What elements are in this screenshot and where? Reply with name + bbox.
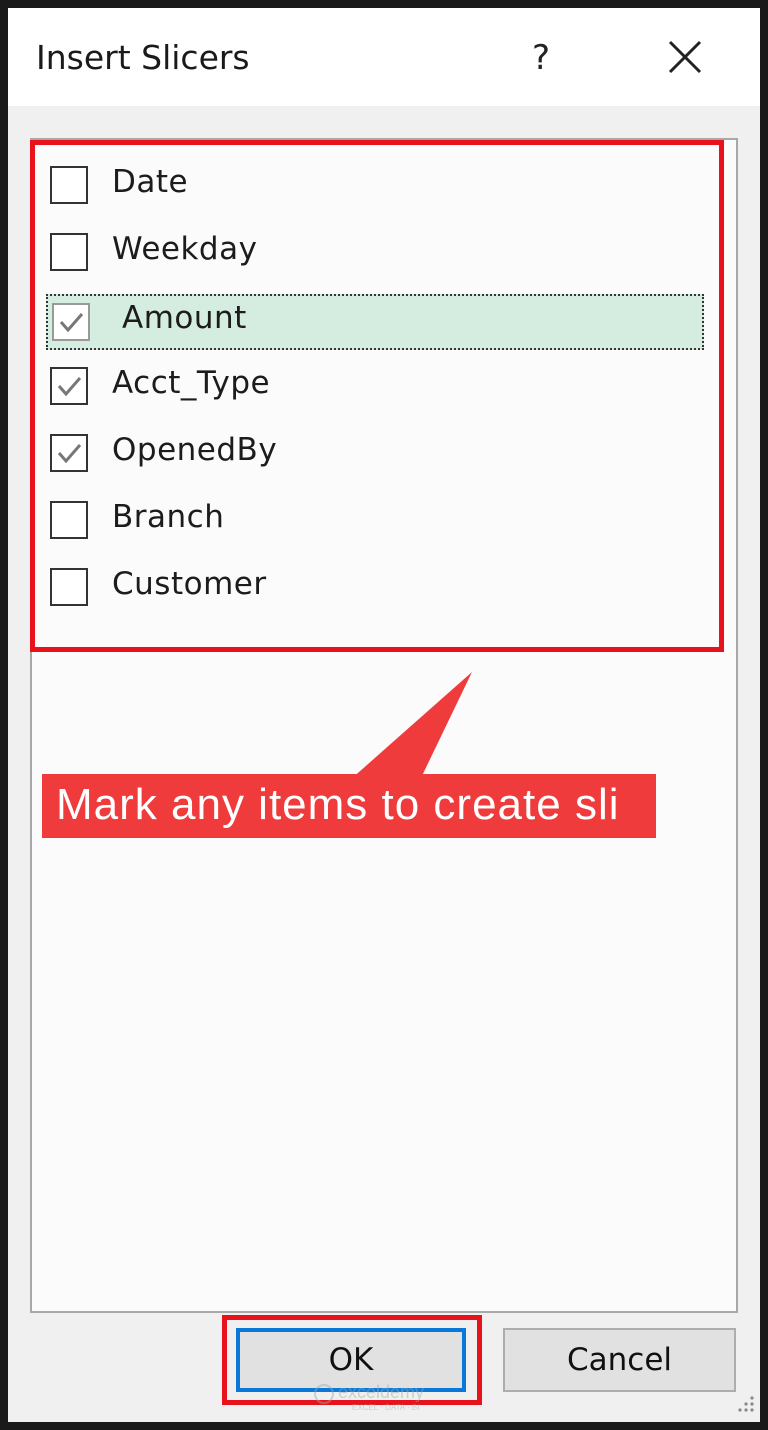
callout-pointer: [350, 672, 472, 780]
cancel-button[interactable]: Cancel: [503, 1328, 736, 1392]
annotation-callout: Mark any items to create sli: [42, 774, 656, 838]
callout-text: Mark any items to create sli: [56, 780, 620, 829]
watermark-logo: exceldemy EXCEL · DATA · BI: [314, 1382, 424, 1412]
watermark-tagline: EXCEL · DATA · BI: [352, 1403, 419, 1412]
watermark-brand: exceldemy: [338, 1382, 424, 1402]
resize-grip-icon[interactable]: [734, 1392, 756, 1414]
